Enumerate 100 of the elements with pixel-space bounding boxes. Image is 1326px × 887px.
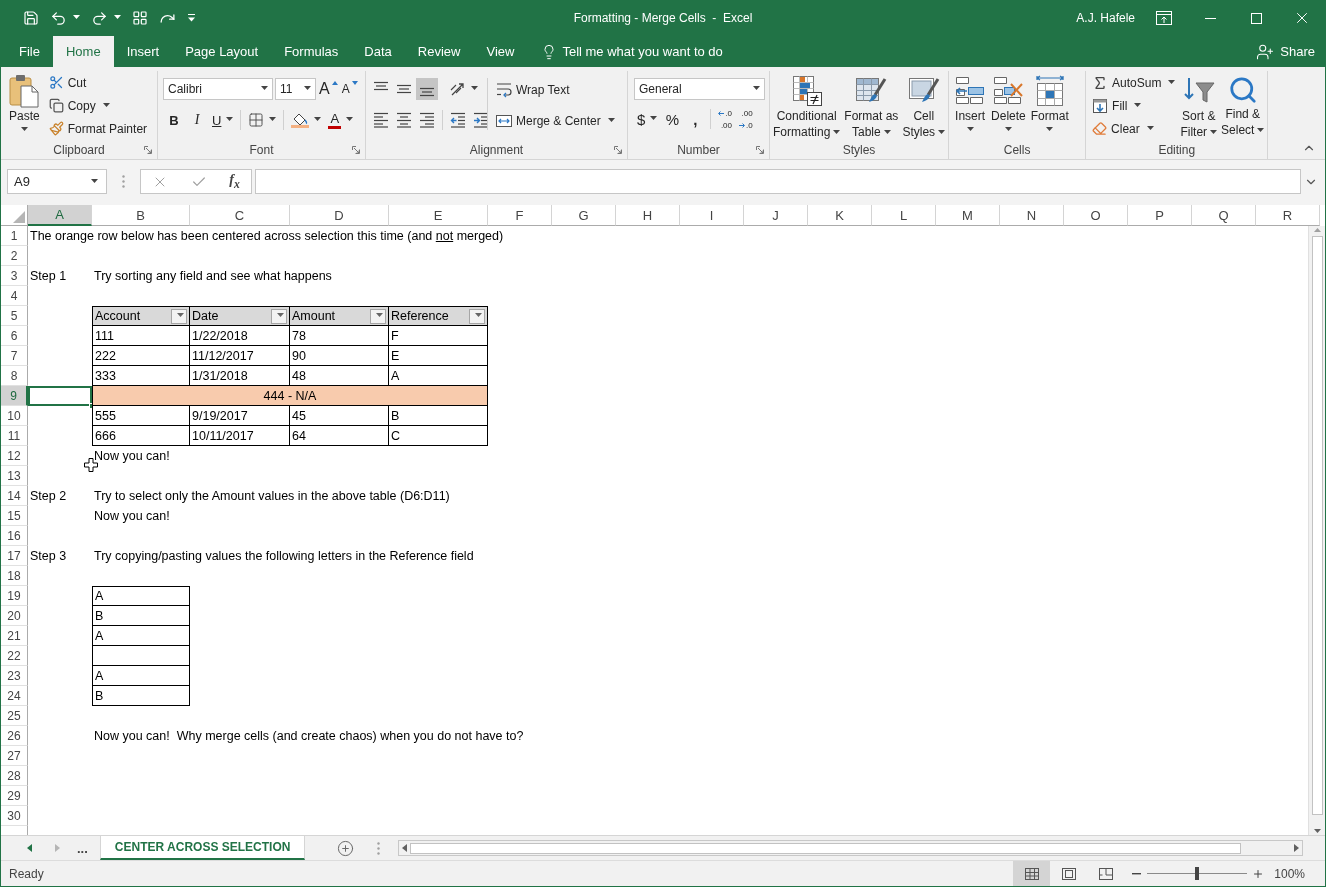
column-header[interactable]: R (1256, 205, 1320, 226)
column-header[interactable]: L (872, 205, 936, 226)
ribbon-tab[interactable]: Review (404, 36, 474, 67)
cut-button[interactable]: Cut (45, 71, 151, 94)
bold-button[interactable]: B (163, 109, 185, 131)
row-header[interactable]: 27 (1, 746, 28, 766)
row-header[interactable]: 8 (1, 366, 28, 386)
column-header[interactable]: D (290, 205, 389, 226)
format-button[interactable]: Format (1028, 71, 1071, 131)
font-size-dropdown[interactable]: 11 (275, 78, 316, 100)
currency-button[interactable]: $ (634, 108, 661, 130)
align-bottom-button[interactable] (416, 78, 438, 100)
customize-button[interactable] (185, 12, 198, 24)
ribbon-tab[interactable]: Home (52, 36, 114, 67)
wrap-text-button[interactable]: Wrap Text (493, 78, 618, 101)
row-header[interactable]: 6 (1, 326, 28, 346)
column-header[interactable]: A (28, 205, 92, 226)
column-header[interactable]: Q (1192, 205, 1256, 226)
ribbon-tab[interactable]: Insert (113, 36, 173, 67)
row-header[interactable]: 17 (1, 546, 28, 566)
underline-button[interactable]: U (209, 109, 237, 131)
column-header[interactable]: I (680, 205, 744, 226)
comma-style-button[interactable]: , (684, 108, 707, 130)
row-header[interactable]: 9 (1, 386, 28, 406)
paste-button[interactable]: Paste (5, 71, 44, 131)
horizontal-scrollbar[interactable] (398, 840, 1303, 856)
ribbon-tab[interactable]: File (6, 36, 53, 67)
column-header[interactable]: P (1128, 205, 1192, 226)
save-button[interactable] (21, 8, 41, 28)
tell-me-field[interactable]: Tell me what you want to do (562, 44, 753, 59)
find-select-button[interactable]: Find & Select (1219, 71, 1267, 138)
row-header[interactable]: 2 (1, 246, 28, 266)
column-header[interactable]: G (552, 205, 616, 226)
column-header[interactable]: N (1000, 205, 1064, 226)
column-header[interactable]: J (744, 205, 808, 226)
row-header[interactable]: 11 (1, 426, 28, 446)
dialog-launcher-button[interactable] (613, 145, 623, 155)
font-name-dropdown[interactable]: Calibri (163, 78, 273, 100)
format-as-table-button[interactable]: Format as Table (842, 71, 901, 140)
column-header[interactable]: K (808, 205, 872, 226)
zoom-slider-thumb[interactable] (1195, 867, 1200, 880)
row-header[interactable]: 19 (1, 586, 28, 606)
format-painter-button[interactable]: Format Painter (45, 117, 151, 140)
sheet-tab[interactable]: CENTER ACROSS SELECTION (99, 836, 306, 860)
row-header[interactable]: 13 (1, 466, 28, 486)
row-header[interactable]: 12 (1, 446, 28, 466)
formula-field[interactable] (255, 169, 1301, 194)
filter-button[interactable] (469, 308, 485, 324)
row-header[interactable]: 4 (1, 286, 28, 306)
dialog-launcher-button[interactable] (143, 145, 153, 155)
clear-button[interactable]: Clear (1089, 117, 1179, 140)
dialog-launcher-button[interactable] (755, 145, 765, 155)
row-header[interactable]: 24 (1, 686, 28, 706)
row-header[interactable]: 29 (1, 786, 28, 806)
row-header[interactable]: 28 (1, 766, 28, 786)
form-button[interactable] (130, 8, 150, 28)
row-header[interactable]: 16 (1, 526, 28, 546)
column-header[interactable]: F (488, 205, 552, 226)
row-header[interactable]: 18 (1, 566, 28, 586)
row-header[interactable]: 1 (1, 226, 28, 246)
row-header[interactable]: 5 (1, 306, 28, 326)
filter-button[interactable] (271, 308, 287, 324)
share-button[interactable]: Share (1246, 36, 1325, 67)
column-header[interactable]: B (92, 205, 190, 226)
vertical-scrollbar[interactable] (1308, 226, 1325, 835)
cell-styles-button[interactable]: Cell Styles (900, 71, 948, 140)
dialog-launcher-button[interactable] (351, 145, 361, 155)
row-header[interactable]: 25 (1, 706, 28, 726)
name-box[interactable]: A9 (7, 169, 107, 194)
ribbon-tab[interactable]: Data (351, 36, 405, 67)
column-header[interactable]: M (936, 205, 1000, 226)
scroll-thumb[interactable] (410, 842, 1241, 854)
autosum-button[interactable]: AutoSum (1089, 71, 1179, 94)
column-header[interactable]: E (389, 205, 488, 226)
merge-center-button[interactable]: Merge & Center (493, 109, 618, 132)
column-header[interactable]: H (616, 205, 680, 226)
row-header[interactable]: 30 (1, 806, 28, 826)
filter-button[interactable] (370, 308, 386, 324)
row-header[interactable]: 7 (1, 346, 28, 366)
ribbon-tab[interactable]: Page Layout (172, 36, 272, 67)
copy-button[interactable]: Copy (45, 94, 151, 117)
percent-button[interactable]: % (661, 108, 684, 130)
conditional-formatting-button[interactable]: Conditional Formatting (771, 71, 843, 140)
column-header[interactable]: O (1064, 205, 1128, 226)
row-header[interactable]: 22 (1, 646, 28, 666)
row-header[interactable]: 23 (1, 666, 28, 686)
decrease-decimal-button[interactable]: .00 .0 (736, 107, 756, 131)
insert-function-button[interactable]: f$_{x}$ (226, 170, 243, 193)
ribbon-tab[interactable]: View (473, 36, 528, 67)
number-format-dropdown[interactable]: General (634, 78, 765, 100)
row-header[interactable]: 20 (1, 606, 28, 626)
delete-button[interactable]: Delete (989, 71, 1028, 131)
sort-filter-button[interactable]: Sort & Filter (1178, 71, 1220, 140)
filter-button[interactable] (171, 308, 187, 324)
row-header[interactable]: 14 (1, 486, 28, 506)
row-header[interactable]: 21 (1, 626, 28, 646)
insert-button[interactable]: Insert (952, 71, 989, 131)
fill-button[interactable]: Fill (1089, 94, 1179, 117)
italic-button[interactable]: I (186, 109, 208, 131)
scroll-thumb[interactable] (1311, 236, 1323, 815)
